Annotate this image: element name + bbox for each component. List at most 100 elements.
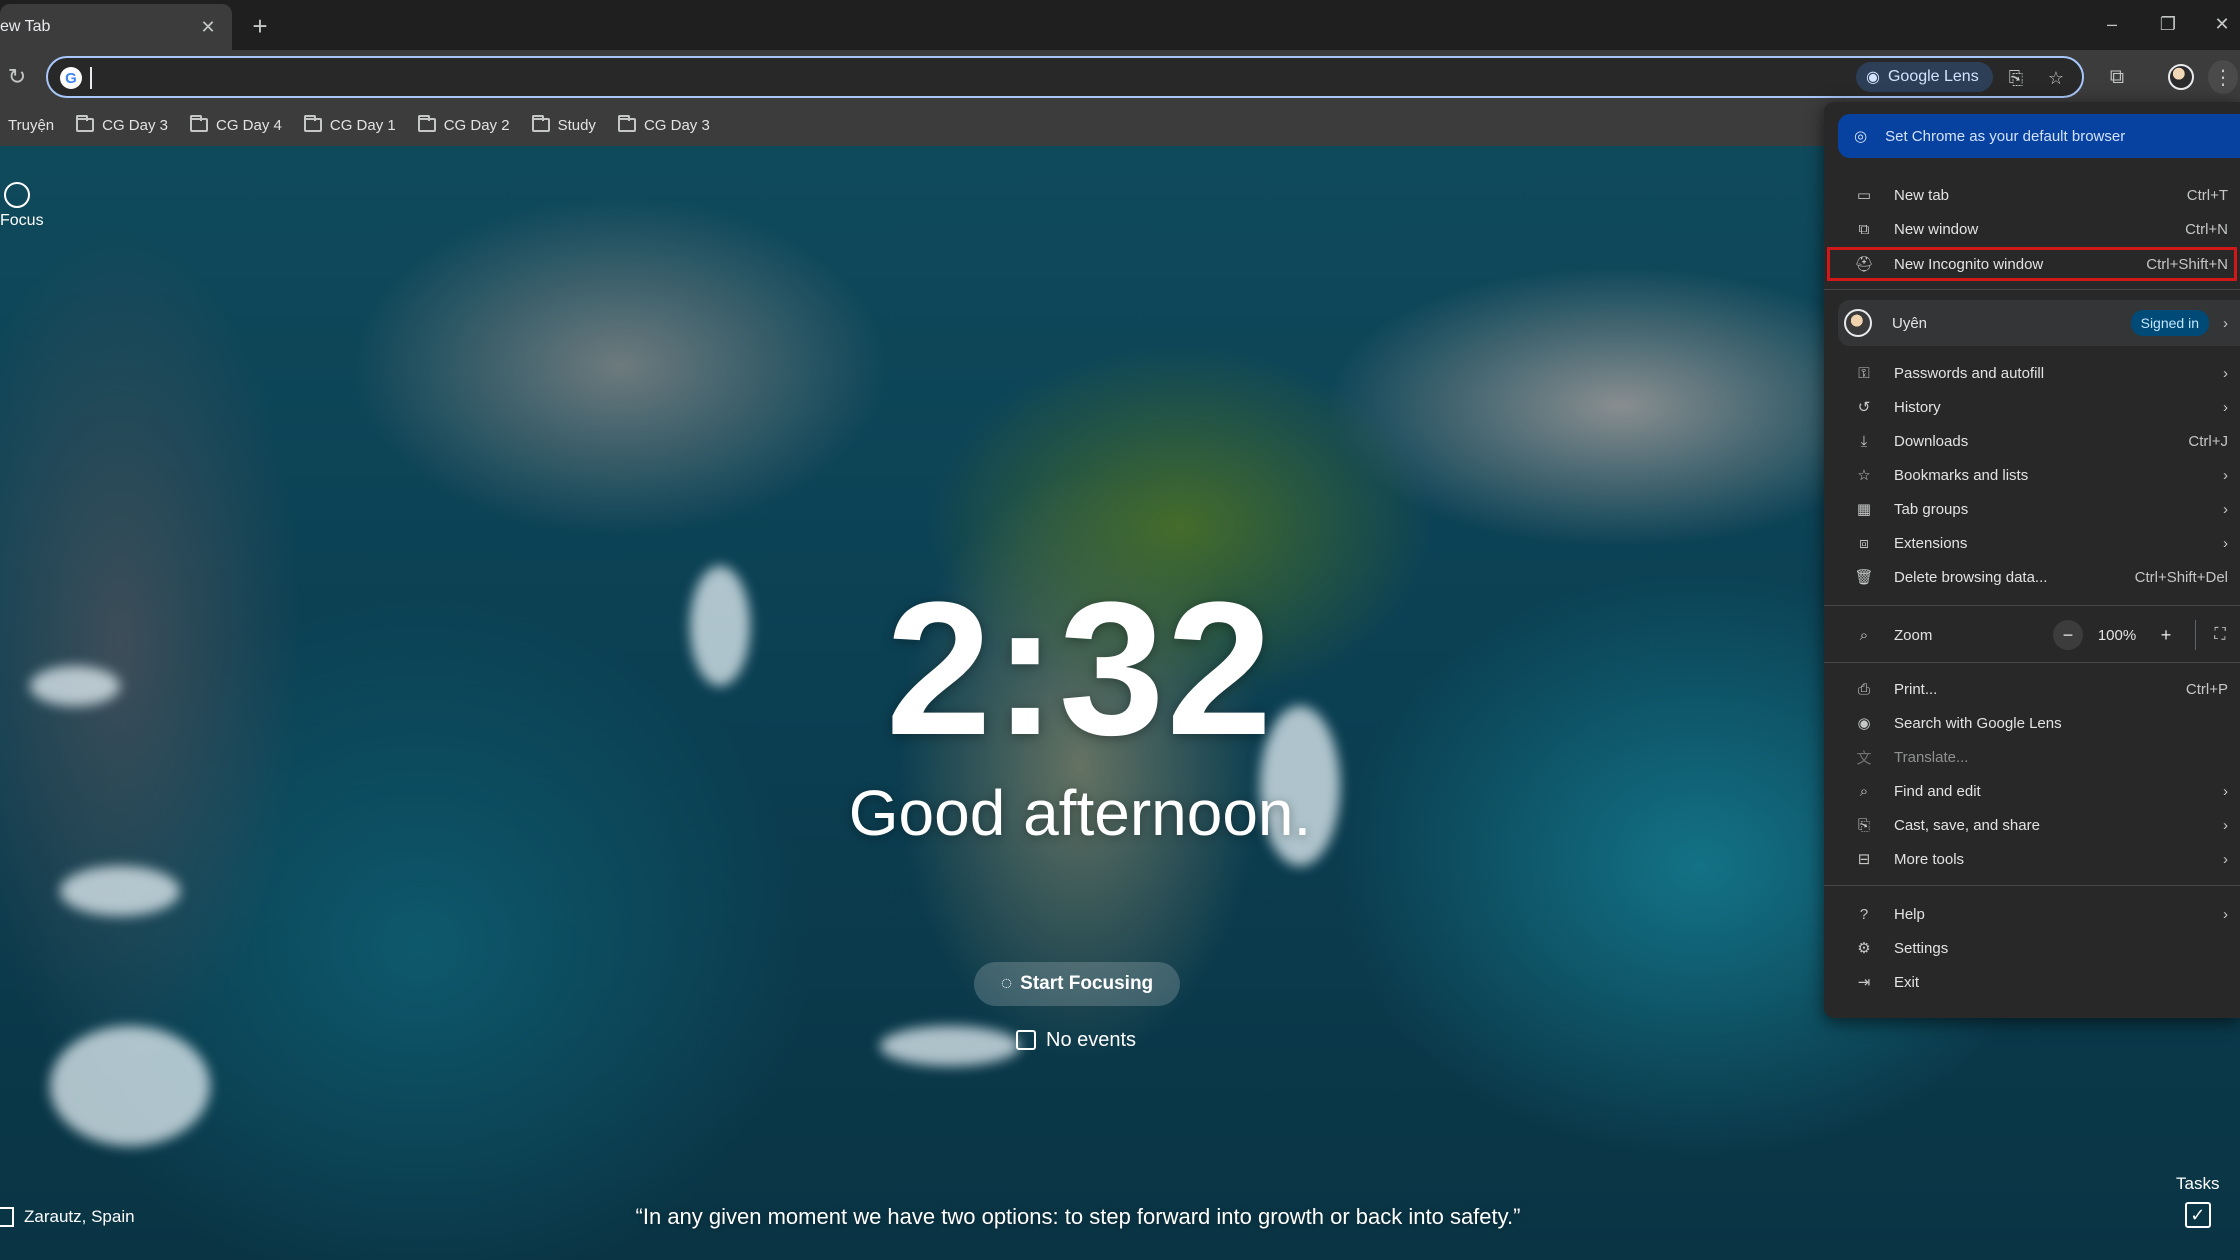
no-events-label: No events xyxy=(1046,1028,1137,1051)
fullscreen-icon[interactable]: ⛶ xyxy=(2206,621,2234,649)
menu-item-new-incognito-window[interactable]: ⛑ New Incognito window Ctrl+Shift+N xyxy=(1827,247,2237,281)
address-input[interactable] xyxy=(94,58,1894,96)
menu-item-cast-save-share[interactable]: ⎘ Cast, save, and share › xyxy=(1824,808,2240,842)
tasks-widget[interactable]: Tasks ✓ xyxy=(2176,1174,2219,1228)
menu-item-passwords-autofill[interactable]: ⚿ Passwords and autofill › xyxy=(1824,356,2240,390)
menu-profile-row[interactable]: Uyên Signed in › xyxy=(1838,300,2240,346)
google-g-icon: G xyxy=(60,67,82,89)
chevron-right-icon: › xyxy=(2223,782,2228,800)
new-tab-icon: ▭ xyxy=(1856,187,1872,204)
menu-item-shortcut: Ctrl+Shift+N xyxy=(2146,255,2228,273)
omnibox[interactable]: G ◉ Google Lens ⎘ ☆ xyxy=(46,56,2084,98)
chrome-menu-kebab-icon[interactable]: ⋮ xyxy=(2208,60,2238,94)
restore-button[interactable]: ❐ xyxy=(2148,8,2188,40)
profile-name: Uyên xyxy=(1892,314,1928,332)
menu-item-more-tools[interactable]: ⊟ More tools › xyxy=(1824,842,2240,876)
wave-foam xyxy=(30,666,120,706)
lens-icon: ◉ xyxy=(1866,69,1880,86)
bookmark-label: CG Day 3 xyxy=(643,116,710,134)
menu-item-new-window[interactable]: ⧉ New window Ctrl+N xyxy=(1824,212,2240,246)
set-default-browser-button[interactable]: ◎ Set Chrome as your default browser xyxy=(1838,114,2240,158)
minimize-button[interactable]: – xyxy=(2092,8,2132,40)
menu-divider xyxy=(1824,662,2240,663)
zoom-in-button[interactable]: + xyxy=(2151,620,2181,650)
bookmark-folder-cg-day-1[interactable]: CG Day 1 xyxy=(303,115,396,134)
toolbox-icon: ⊟ xyxy=(1857,851,1871,868)
menu-item-label: Delete browsing data... xyxy=(1894,568,2048,586)
menu-item-delete-browsing-data[interactable]: 🗑 Delete browsing data... Ctrl+Shift+Del xyxy=(1824,560,2240,594)
google-lens-button[interactable]: ◉ Google Lens xyxy=(1856,62,1993,92)
new-tab-button[interactable]: + xyxy=(244,10,276,42)
toolbar: ↻ G ◉ Google Lens ⎘ ☆ ⧉ ⋮ xyxy=(0,50,2240,104)
bookmark-folder-cg-day-3[interactable]: CG Day 3 xyxy=(76,115,168,134)
bookmark-folder-study[interactable]: Study xyxy=(531,115,596,134)
menu-item-label: Find and edit xyxy=(1894,782,1981,800)
chevron-right-icon: › xyxy=(2223,850,2228,868)
menu-item-label: New Incognito window xyxy=(1894,255,2044,273)
focus-label: Focus xyxy=(0,212,44,229)
focus-widget[interactable]: Focus xyxy=(0,182,44,230)
chevron-right-icon: › xyxy=(2223,500,2228,518)
tab-groups-icon: ▦ xyxy=(1856,501,1872,518)
bookmark-label: CG Day 4 xyxy=(216,116,282,134)
menu-item-shortcut: Ctrl+T xyxy=(2186,186,2228,204)
wave-foam xyxy=(690,566,750,686)
menu-item-print[interactable]: ⎙ Print... Ctrl+P xyxy=(1824,672,2240,706)
menu-item-shortcut: Ctrl+P xyxy=(2185,680,2228,698)
photo-icon xyxy=(0,1207,14,1227)
bookmark-label: Study xyxy=(557,116,596,134)
checkbox-icon: ✓ xyxy=(2184,1202,2211,1228)
start-focusing-button[interactable]: ◌ Start Focusing xyxy=(974,962,1180,1006)
menu-divider xyxy=(1824,289,2240,290)
folder-icon xyxy=(303,115,322,132)
menu-item-tab-groups[interactable]: ▦ Tab groups › xyxy=(1824,492,2240,526)
folder-icon xyxy=(417,115,436,132)
menu-item-search-google-lens[interactable]: ◉ Search with Google Lens xyxy=(1824,706,2240,740)
profile-avatar-button[interactable] xyxy=(2164,60,2198,94)
menu-item-exit[interactable]: ⇥ Exit xyxy=(1824,965,2240,999)
close-tab-icon[interactable]: ✕ xyxy=(194,13,222,41)
avatar xyxy=(2168,64,2194,90)
zoom-magnifier-icon: ⌕ xyxy=(1859,626,1869,644)
chrome-icon: ◎ xyxy=(1854,128,1868,145)
reload-icon[interactable]: ↻ xyxy=(2,61,32,93)
install-app-icon[interactable]: ⎘ xyxy=(2002,64,2030,92)
text-caret xyxy=(90,67,92,89)
menu-item-find-edit[interactable]: ⌕ Find and edit › xyxy=(1824,774,2240,808)
print-icon: ⎙ xyxy=(1857,680,1870,698)
zoom-value: 100% xyxy=(2097,626,2137,644)
menu-item-downloads[interactable]: ⤓ Downloads Ctrl+J xyxy=(1824,424,2240,458)
zoom-out-button[interactable]: − xyxy=(2053,620,2083,650)
find-icon: ⌕ xyxy=(1859,782,1869,800)
chevron-right-icon: › xyxy=(2223,314,2228,332)
menu-item-bookmarks-lists[interactable]: ☆ Bookmarks and lists › xyxy=(1824,458,2240,492)
photo-location[interactable]: Zarautz, Spain xyxy=(0,1207,135,1227)
menu-item-label: More tools xyxy=(1894,850,1965,868)
window-close-button[interactable]: ✕ xyxy=(2204,8,2240,40)
extensions-puzzle-icon[interactable]: ⧉ xyxy=(2100,60,2134,94)
menu-item-label: Help xyxy=(1894,905,1925,923)
lens-icon: ◉ xyxy=(1857,715,1871,732)
menu-item-label: Passwords and autofill xyxy=(1894,364,2045,382)
chevron-right-icon: › xyxy=(2223,466,2228,484)
tab-new-tab[interactable]: ew Tab ✕ xyxy=(0,4,232,50)
bookmark-label: CG Day 3 xyxy=(102,116,168,134)
menu-item-extensions[interactable]: ⧈ Extensions › xyxy=(1824,526,2240,560)
menu-item-label: History xyxy=(1894,398,1941,416)
signed-in-badge: Signed in xyxy=(2130,310,2209,336)
calendar-events[interactable]: No events xyxy=(1016,1024,1136,1056)
menu-item-new-tab[interactable]: ▭ New tab Ctrl+T xyxy=(1824,178,2240,212)
menu-item-history[interactable]: ↺ History › xyxy=(1824,390,2240,424)
bookmark-folder-cg-day-4[interactable]: CG Day 4 xyxy=(190,115,282,134)
bookmark-star-icon[interactable]: ☆ xyxy=(2042,64,2070,92)
bookmark-folder-cg-day-3b[interactable]: CG Day 3 xyxy=(617,115,710,134)
menu-item-help[interactable]: ? Help › xyxy=(1824,897,2240,931)
bookmark-truyen[interactable]: Truyện xyxy=(8,117,54,134)
menu-item-settings[interactable]: ⚙ Settings xyxy=(1824,931,2240,965)
bookmark-folder-cg-day-2[interactable]: CG Day 2 xyxy=(417,115,510,134)
avatar xyxy=(1844,309,1872,337)
daily-quote[interactable]: “In any given moment we have two options… xyxy=(520,1204,1636,1230)
chevron-right-icon: › xyxy=(2223,364,2228,382)
puzzle-icon: ⧈ xyxy=(1859,534,1869,552)
menu-divider xyxy=(1824,605,2240,606)
